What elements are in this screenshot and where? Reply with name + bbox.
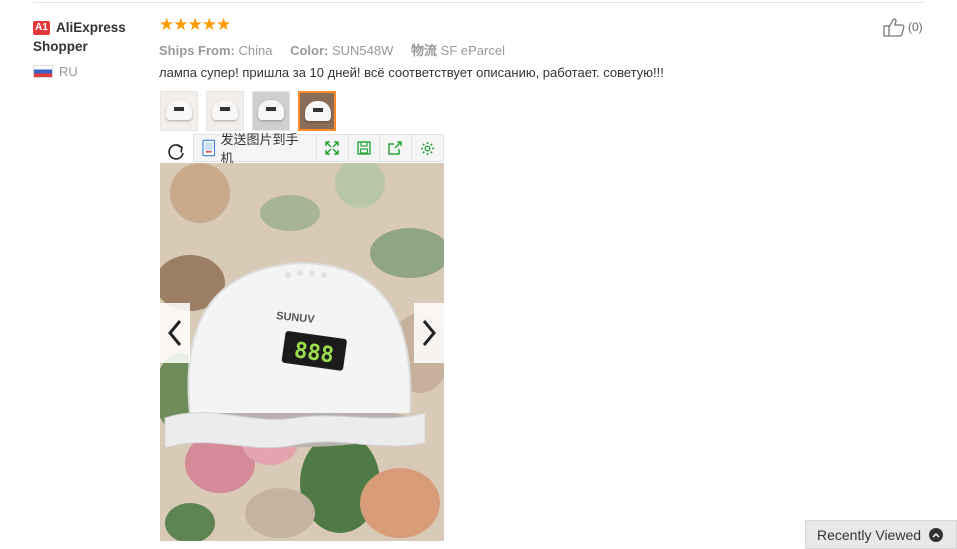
russia-flag-icon [33, 65, 53, 78]
color-value: SUN548W [331, 43, 394, 58]
helpful-button[interactable]: (0) [882, 17, 923, 37]
order-info: Ships From: China Color: SUN548W 物流 SF e… [159, 40, 519, 59]
ships-from-value: China [238, 43, 273, 58]
photo-thumbnail-active[interactable] [298, 91, 336, 131]
review-photo-thumbnails [160, 91, 344, 131]
photo-thumbnail[interactable] [206, 91, 244, 131]
settings-button[interactable] [412, 135, 443, 161]
save-image-button[interactable] [349, 135, 381, 161]
send-to-phone-button[interactable]: 发送图片到手机 [194, 132, 317, 166]
review-text: лампа супер! пришла за 10 дней! всё соот… [159, 65, 664, 80]
helpful-count: (0) [908, 20, 923, 34]
next-photo-button[interactable] [414, 303, 444, 363]
photo-thumbnail[interactable] [252, 91, 290, 131]
fullscreen-icon [325, 141, 339, 155]
recently-viewed-label: Recently Viewed [817, 526, 922, 543]
chevron-left-icon [168, 320, 182, 346]
reviewer-country: RU [33, 64, 153, 79]
chevron-up-icon [929, 527, 944, 542]
previous-photo-button[interactable] [160, 303, 190, 363]
top-divider [33, 2, 924, 3]
reviewer-name-block: A1 AliExpress Shopper [33, 18, 153, 56]
rotate-button[interactable] [160, 139, 192, 163]
color-label: Color: [290, 43, 329, 58]
send-to-phone-icon [202, 139, 216, 157]
reviewer-info: A1 AliExpress Shopper RU [33, 18, 153, 79]
recently-viewed-button[interactable]: Recently Viewed [805, 520, 957, 549]
image-toolbar: 发送图片到手机 [193, 132, 444, 166]
thumbs-up-icon [883, 18, 905, 37]
share-icon [388, 141, 403, 155]
rotate-icon [168, 144, 184, 160]
photo-thumbnail[interactable] [160, 91, 198, 131]
logistics-label: 物流 [411, 43, 438, 58]
country-code: RU [59, 64, 78, 79]
review-main-photo[interactable]: SUNUV 888 [160, 163, 444, 541]
reviewer-level-badge: A1 [33, 21, 50, 35]
chevron-right-icon [422, 320, 436, 346]
nail-lamp-photo: SUNUV 888 [160, 163, 444, 541]
fullscreen-button[interactable] [317, 135, 349, 161]
logistics-value: SF eParcel [440, 43, 505, 58]
save-icon [357, 141, 371, 155]
send-to-phone-label: 发送图片到手机 [220, 132, 299, 166]
ships-from-label: Ships From: [159, 43, 235, 58]
settings-icon [421, 141, 435, 155]
share-image-button[interactable] [380, 135, 413, 161]
rating-stars: ★★★★★ [159, 15, 231, 34]
